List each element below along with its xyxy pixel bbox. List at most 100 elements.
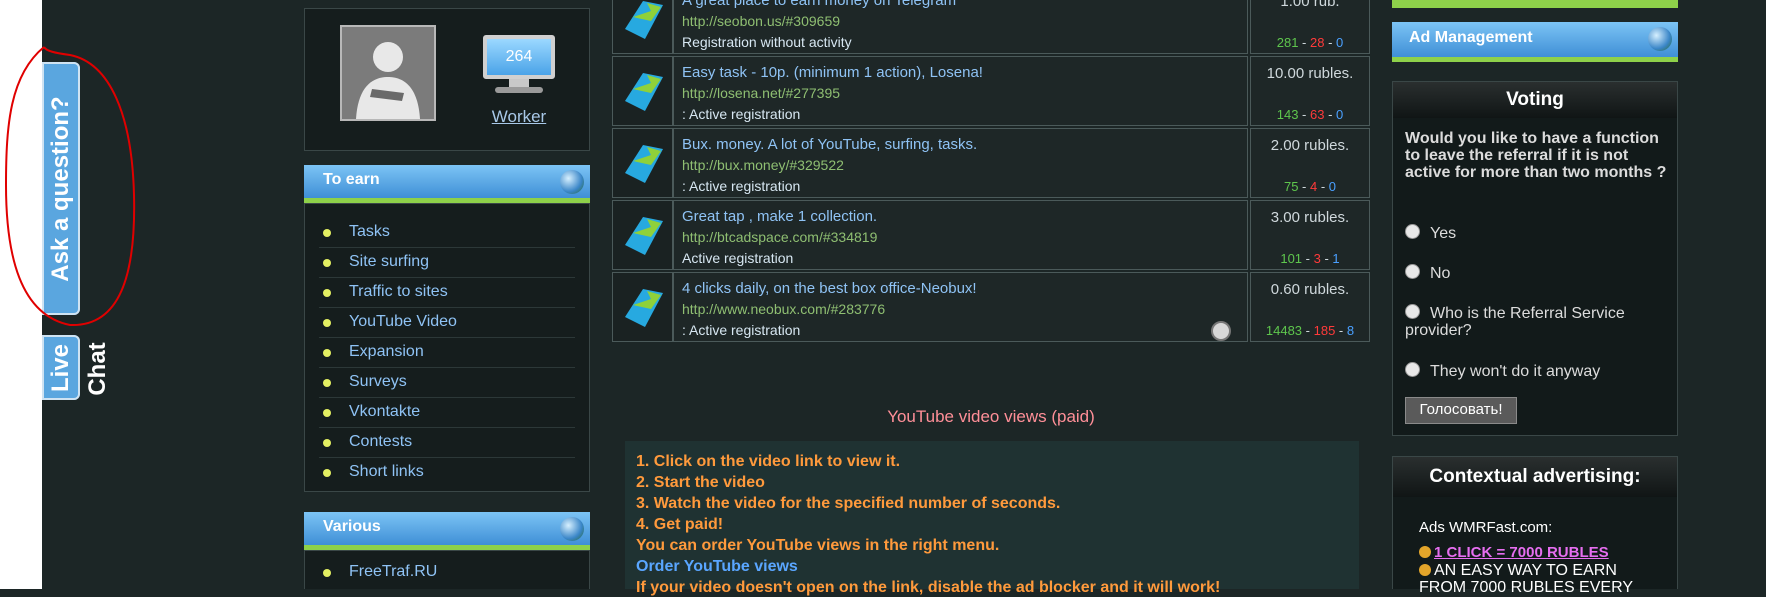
menu-item-site-surfing[interactable]: Site surfing bbox=[319, 248, 575, 278]
earn-menu: Tasks Site surfing Traffic to sites YouT… bbox=[304, 203, 590, 492]
task-arrow-icon bbox=[625, 217, 663, 255]
voting-question: Would you like to have a function to lea… bbox=[1405, 130, 1667, 181]
earn-panel-title: To earn bbox=[323, 171, 380, 188]
task-price: 10.00 rubles. bbox=[1266, 65, 1354, 82]
task-status: : Active registration bbox=[682, 106, 801, 122]
bullet-icon bbox=[323, 439, 331, 447]
ad-management-header[interactable]: Ad Management bbox=[1392, 22, 1678, 62]
menu-item-traffic[interactable]: Traffic to sites bbox=[319, 278, 575, 308]
bullet-icon bbox=[323, 349, 331, 357]
menu-item-vkontakte[interactable]: Vkontakte bbox=[319, 398, 575, 428]
right-top-bar bbox=[1392, 0, 1678, 8]
radio-button[interactable] bbox=[1405, 304, 1420, 319]
menu-item-expansion[interactable]: Expansion bbox=[319, 338, 575, 368]
red-annotation-circle bbox=[4, 46, 136, 327]
vote-option-no[interactable]: No bbox=[1405, 264, 1667, 282]
contextual-ads-panel: Contextual advertising: Ads WMRFast.com:… bbox=[1392, 456, 1678, 596]
task-url: http://www.neobux.com/#283776 bbox=[682, 301, 886, 317]
task-arrow-icon bbox=[625, 1, 663, 39]
task-price: 1.00 rub. bbox=[1280, 0, 1340, 10]
task-arrow-icon bbox=[625, 145, 663, 183]
user-silhouette-icon bbox=[356, 42, 420, 119]
task-url: http://btcadspace.com/#334819 bbox=[682, 229, 878, 245]
task-price: 0.60 rubles. bbox=[1270, 281, 1350, 298]
task-title[interactable]: 4 clicks daily, on the best box office-N… bbox=[682, 280, 977, 297]
various-menu: FreeTraf.RU bbox=[304, 550, 590, 589]
globe-icon bbox=[1648, 27, 1672, 51]
menu-item-youtube[interactable]: YouTube Video bbox=[319, 308, 575, 338]
youtube-step: You can order YouTube views in the right… bbox=[636, 537, 1000, 554]
globe-icon bbox=[560, 170, 584, 194]
youtube-instructions: 1. Click on the video link to view it. 2… bbox=[625, 441, 1359, 596]
task-title[interactable]: A great place to earn money on Telegram bbox=[682, 0, 956, 9]
task-status: Active registration bbox=[682, 250, 794, 266]
task-arrow-icon bbox=[625, 289, 663, 327]
coin-icon bbox=[1419, 564, 1431, 576]
menu-item-tasks[interactable]: Tasks bbox=[319, 218, 575, 248]
ads-text[interactable]: AN EASY WAY TO EARN FROM 7000 RUBLES EVE… bbox=[1419, 562, 1667, 596]
task-status: Registration without activity bbox=[682, 34, 852, 50]
task-row[interactable]: 4 clicks daily, on the best box office-N… bbox=[612, 272, 1370, 342]
task-url: http://seobon.us/#309659 bbox=[682, 13, 841, 29]
menu-item-short-links[interactable]: Short links bbox=[319, 458, 575, 487]
task-stats: 75 - 4 - 0 bbox=[1283, 179, 1337, 194]
task-url: http://bux.money/#329522 bbox=[682, 157, 844, 173]
order-youtube-views-link[interactable]: Order YouTube views bbox=[636, 558, 798, 576]
task-price: 2.00 rubles. bbox=[1270, 137, 1350, 154]
various-panel-header: Various bbox=[304, 512, 590, 550]
menu-item-contests[interactable]: Contests bbox=[319, 428, 575, 458]
worker-link[interactable]: Worker bbox=[477, 107, 561, 127]
radio-button[interactable] bbox=[1405, 362, 1420, 377]
globe-icon bbox=[560, 517, 584, 541]
youtube-step: 3. Watch the video for the specified num… bbox=[636, 495, 1061, 512]
voting-panel: Voting Would you like to have a function… bbox=[1392, 81, 1678, 436]
radio-button[interactable] bbox=[1405, 224, 1420, 239]
task-status: : Active registration bbox=[682, 178, 801, 194]
task-title[interactable]: Great tap , make 1 collection. bbox=[682, 208, 877, 225]
contextual-ads-title: Contextual advertising: bbox=[1393, 457, 1677, 497]
radio-button[interactable] bbox=[1405, 264, 1420, 279]
vote-option-provider[interactable]: Who is the Referral Service provider? bbox=[1405, 304, 1667, 339]
menu-item-freetraf[interactable]: FreeTraf.RU bbox=[319, 558, 575, 587]
ad-management-title: Ad Management bbox=[1409, 29, 1533, 46]
task-stats: 281 - 28 - 0 bbox=[1276, 35, 1344, 50]
vote-option-wont-do[interactable]: They won't do it anyway bbox=[1405, 362, 1667, 380]
ads-link[interactable]: 1 CLICK = 7000 RUBLES bbox=[1419, 544, 1609, 561]
live-chat-tab[interactable]: Live bbox=[42, 335, 80, 400]
bullet-icon bbox=[323, 319, 331, 327]
task-row[interactable]: Easy task - 10p. (minimum 1 action), Los… bbox=[612, 56, 1370, 126]
task-row[interactable]: Great tap , make 1 collection. http://bt… bbox=[612, 200, 1370, 270]
task-row[interactable]: A great place to earn money on Telegram … bbox=[612, 0, 1370, 54]
vote-option-yes[interactable]: Yes bbox=[1405, 224, 1667, 242]
task-row[interactable]: Bux. money. A lot of YouTube, surfing, t… bbox=[612, 128, 1370, 198]
youtube-heading: YouTube video views (paid) bbox=[887, 407, 1095, 426]
profile-box: 264 Worker bbox=[304, 8, 590, 151]
bullet-icon bbox=[323, 409, 331, 417]
earn-panel-header: To earn bbox=[304, 165, 590, 203]
avatar[interactable] bbox=[340, 25, 436, 121]
task-stats: 143 - 63 - 0 bbox=[1276, 107, 1344, 122]
bullet-icon bbox=[323, 379, 331, 387]
task-title[interactable]: Easy task - 10p. (minimum 1 action), Los… bbox=[682, 64, 983, 81]
bullet-icon bbox=[323, 229, 331, 237]
chat-label-box: Chat bbox=[81, 340, 115, 398]
monitor-count: 264 bbox=[483, 35, 555, 79]
bullet-icon bbox=[323, 259, 331, 267]
youtube-step: 1. Click on the video link to view it. bbox=[636, 453, 901, 470]
youtube-step: 4. Get paid! bbox=[636, 516, 724, 533]
bullet-icon bbox=[323, 469, 331, 477]
monitor-icon: 264 bbox=[477, 29, 561, 95]
task-status: : Active registration bbox=[682, 322, 801, 338]
task-stats: 14483 - 185 - 8 bbox=[1265, 323, 1355, 338]
task-arrow-icon bbox=[625, 73, 663, 111]
youtube-note: If your video doesn't open on the link, … bbox=[636, 579, 1221, 596]
task-stats: 101 - 3 - 1 bbox=[1280, 251, 1340, 266]
task-url: http://losena.net/#277395 bbox=[682, 85, 841, 101]
menu-item-surveys[interactable]: Surveys bbox=[319, 368, 575, 398]
task-title[interactable]: Bux. money. A lot of YouTube, surfing, t… bbox=[682, 136, 977, 153]
bullet-icon bbox=[323, 569, 331, 577]
chat-label: Chat bbox=[84, 342, 111, 396]
vote-button[interactable]: Голосовать! bbox=[1405, 397, 1517, 424]
various-panel-title: Various bbox=[323, 518, 381, 535]
coin-icon bbox=[1419, 546, 1431, 558]
